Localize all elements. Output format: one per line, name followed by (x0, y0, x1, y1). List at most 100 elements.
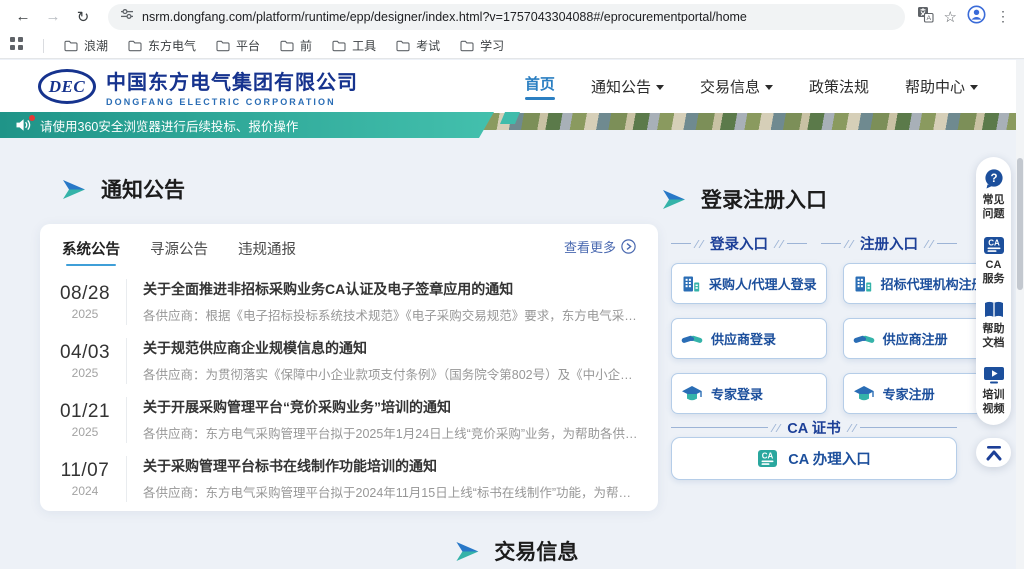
tab-sourcing-notices[interactable]: 寻源公告 (150, 234, 208, 259)
graduation-cap-icon (853, 385, 875, 403)
chrome-menu-icon[interactable]: ⋮ (996, 8, 1010, 25)
back-icon[interactable]: ← (10, 4, 36, 30)
bookmark-item[interactable]: 东方电气 (128, 37, 196, 54)
notice-row[interactable]: 04/03 2025 关于规范供应商企业规模信息的通知 各供应商：为贯彻落实《保… (48, 331, 638, 390)
browser-toolbar: ← → ↻ nsrm.dongfang.com/platform/runtime… (0, 0, 1024, 33)
tab-violation-reports[interactable]: 违规通报 (238, 234, 296, 259)
agency-register-button[interactable]: 招标代理机构注册 (843, 263, 995, 304)
notice-date: 08/28 (48, 283, 122, 305)
divider (671, 427, 768, 428)
reload-icon[interactable]: ↻ (70, 4, 96, 30)
site-settings-icon[interactable] (120, 7, 134, 26)
slash-ornament (924, 240, 935, 248)
chevron-down-icon (765, 85, 773, 90)
bookmark-label: 工具 (352, 37, 376, 54)
supplier-login-button[interactable]: 供应商登录 (671, 318, 827, 359)
apps-grid-icon[interactable] (10, 37, 23, 55)
expert-register-button[interactable]: 专家注册 (843, 373, 995, 414)
slash-ornament (774, 240, 785, 248)
bookmark-item[interactable]: 平台 (216, 37, 260, 54)
divider (821, 243, 841, 244)
notice-date: 01/21 (48, 401, 122, 423)
notice-date: 11/07 (48, 460, 122, 482)
translate-icon[interactable]: A (917, 6, 934, 28)
handshake-icon (853, 331, 875, 347)
ca-apply-button[interactable]: CA CA 办理入口 (671, 437, 957, 480)
bookmark-label: 东方电气 (148, 37, 196, 54)
notice-date-block: 08/28 2025 (48, 283, 122, 321)
forward-icon[interactable]: → (40, 4, 66, 30)
notice-row[interactable]: 08/28 2025 关于全面推进非招标采购业务CA认证及电子签章应用的通知 各… (48, 272, 638, 331)
rail-label: 帮助文档 (982, 322, 1006, 351)
rail-item-training-videos[interactable]: 培训视频 (982, 365, 1006, 417)
supplier-register-button[interactable]: 供应商注册 (843, 318, 995, 359)
book-icon (983, 300, 1005, 319)
active-underline (525, 97, 555, 100)
divider (787, 243, 807, 244)
notice-title[interactable]: 关于规范供应商企业规模信息的通知 (143, 338, 638, 358)
register-entry-label: 注册入口 (857, 233, 921, 254)
notice-year: 2025 (48, 366, 122, 380)
notice-date: 04/03 (48, 342, 122, 364)
company-logo[interactable]: DEC 中国东方电气集团有限公司 DONGFANG ELECTRIC CORPO… (38, 66, 358, 107)
bookmark-item[interactable]: 学习 (460, 37, 504, 54)
entry-labels: 登录入口 注册入口 (671, 233, 957, 254)
speaker-icon (16, 118, 31, 132)
nav-item-notices[interactable]: 通知公告 (591, 76, 664, 97)
scrollbar-track[interactable] (1016, 60, 1024, 569)
purchaser-login-button[interactable]: 采购人/代理人登录 (671, 263, 827, 304)
notices-card: 系统公告 寻源公告 违规通报 查看更多 08/28 2025 关于全面推进非招标… (40, 224, 658, 511)
scrollbar-thumb[interactable] (1017, 158, 1023, 290)
profile-avatar-icon[interactable] (967, 5, 986, 29)
ca-button-label: CA 办理入口 (788, 448, 870, 469)
quick-links-rail: ? 常见问题 CA CA服务 帮助文档 培训视频 (976, 157, 1011, 425)
nav-item-trade-info[interactable]: 交易信息 (700, 76, 773, 97)
back-to-top-button[interactable] (976, 438, 1011, 467)
notice-title[interactable]: 关于全面推进非招标采购业务CA认证及电子签章应用的通知 (143, 279, 638, 299)
entry-button-label: 专家登录 (711, 384, 763, 403)
address-bar[interactable]: nsrm.dongfang.com/platform/runtime/epp/d… (108, 4, 905, 30)
bookmark-item[interactable]: 考试 (396, 37, 440, 54)
entry-button-label: 专家注册 (883, 384, 935, 403)
rail-item-help-docs[interactable]: 帮助文档 (982, 300, 1006, 351)
tab-system-notices[interactable]: 系统公告 (62, 234, 120, 259)
url-text[interactable]: nsrm.dongfang.com/platform/runtime/epp/d… (142, 10, 747, 24)
rail-item-faq[interactable]: ? 常见问题 (982, 168, 1006, 222)
notice-title[interactable]: 关于采购管理平台标书在线制作功能培训的通知 (143, 456, 638, 476)
company-name-en: DONGFANG ELECTRIC CORPORATION (106, 97, 358, 107)
slash-ornament (846, 424, 857, 432)
dec-logo-icon: DEC (38, 69, 96, 104)
divider (43, 39, 44, 53)
ca-cert-label-row: CA 证书 (671, 417, 957, 438)
ca-card-icon: CA (983, 236, 1005, 255)
notice-row[interactable]: 11/07 2024 关于采购管理平台标书在线制作功能培训的通知 各供应商：东方… (48, 449, 638, 508)
bookmark-item[interactable]: 工具 (332, 37, 376, 54)
bookmark-item[interactable]: 前 (280, 37, 312, 54)
notice-row[interactable]: 01/21 2025 关于开展采购管理平台“竞价采购业务”培训的通知 各供应商：… (48, 390, 638, 449)
question-bubble-icon: ? (983, 168, 1005, 190)
bookmark-star-icon[interactable]: ☆ (944, 8, 957, 26)
arrow-icon (455, 542, 479, 561)
rail-item-ca-service[interactable]: CA CA服务 (982, 236, 1006, 287)
notices-tabs: 系统公告 寻源公告 违规通报 查看更多 (40, 224, 658, 269)
expert-login-button[interactable]: 专家登录 (671, 373, 827, 414)
rail-label: 培训视频 (982, 388, 1006, 417)
bookmark-item[interactable]: 浪潮 (64, 37, 108, 54)
nav-item-policies[interactable]: 政策法规 (809, 76, 869, 97)
notice-year: 2025 (48, 307, 122, 321)
rail-label: CA服务 (982, 258, 1006, 287)
site-header: DEC 中国东方电气集团有限公司 DONGFANG ELECTRIC CORPO… (0, 60, 1016, 113)
nav-item-home[interactable]: 首页 (525, 73, 555, 100)
view-more-link[interactable]: 查看更多 (564, 237, 636, 256)
entry-button-grid: 采购人/代理人登录 招标代理机构注册 供应商登录 供应商注册 专家登录 专家注册 (671, 263, 957, 414)
notice-desc: 各供应商：东方电气采购管理平台拟于2024年11月15日上线“标书在线制作”功能… (143, 482, 638, 501)
notice-desc: 各供应商：东方电气采购管理平台拟于2025年1月24日上线“竞价采购”业务，为帮… (143, 423, 638, 442)
notice-title[interactable]: 关于开展采购管理平台“竞价采购业务”培训的通知 (143, 397, 638, 417)
section-title: 登录注册入口 (701, 184, 827, 214)
nav-item-help-center[interactable]: 帮助中心 (905, 76, 978, 97)
arrow-icon (62, 180, 86, 199)
notice-ticker: 请使用360安全浏览器进行后续投标、报价操作 (0, 112, 494, 138)
slash-ornament (844, 240, 855, 248)
divider (671, 243, 691, 244)
ticker-text: 请使用360安全浏览器进行后续投标、报价操作 (40, 116, 298, 135)
